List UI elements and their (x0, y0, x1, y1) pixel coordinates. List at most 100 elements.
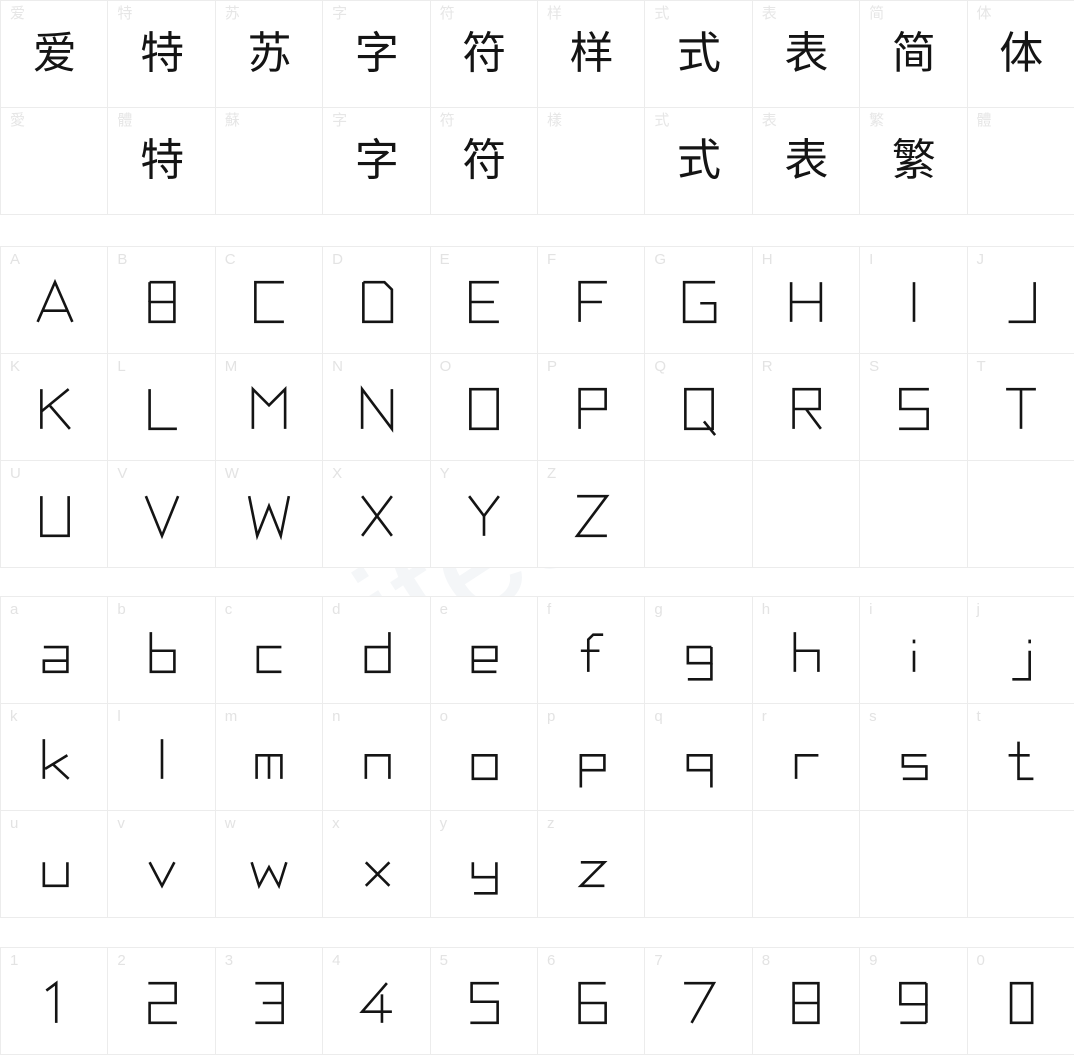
glyph-cell-P[interactable]: P (537, 354, 646, 461)
glyph-cell-式[interactable]: 式式 (645, 108, 753, 215)
glyph-cell-Q[interactable]: Q (645, 354, 753, 461)
glyph-cell-樣[interactable]: 樣 (537, 108, 646, 215)
glyph-cell-F[interactable]: F (537, 247, 646, 354)
glyph-cell-简[interactable]: 简简 (860, 1, 968, 108)
glyph-cell-Y[interactable]: Y (430, 461, 538, 568)
glyph-cell-I[interactable]: I (860, 247, 968, 354)
glyph-cell-R[interactable]: R (752, 354, 861, 461)
cell-corner-label: 9 (869, 952, 878, 969)
glyph-cell-表[interactable]: 表表 (752, 108, 861, 215)
glyph-cell-繁[interactable]: 繁繁 (860, 108, 968, 215)
glyph-cell-k[interactable]: k (1, 704, 109, 811)
glyph-cell-J[interactable]: J (967, 247, 1074, 354)
cell-corner-label: 5 (439, 952, 448, 969)
glyph-cell-特[interactable]: 特特 (108, 1, 216, 108)
glyph-cell-w[interactable]: w (215, 811, 324, 918)
cell-corner-label: e (439, 601, 448, 618)
glyph-cell-8[interactable]: 8 (752, 948, 861, 1055)
glyph-cell-c[interactable]: c (215, 597, 324, 704)
glyph-cell-H[interactable]: H (752, 247, 861, 354)
glyph-cell-L[interactable]: L (108, 354, 216, 461)
glyph-cell-E[interactable]: E (430, 247, 538, 354)
glyph-cell-式[interactable]: 式式 (645, 1, 753, 108)
glyph-cell-M[interactable]: M (215, 354, 324, 461)
glyph-cell-B[interactable]: B (108, 247, 216, 354)
glyph-cell-符[interactable]: 符符 (430, 108, 538, 215)
glyph-cell-5[interactable]: 5 (430, 948, 538, 1055)
glyph-cell-Z[interactable]: Z (537, 461, 646, 568)
glyph-cell-y[interactable]: y (430, 811, 538, 918)
glyph-cell-苏[interactable]: 苏苏 (215, 1, 324, 108)
glyph-cell-z[interactable]: z (537, 811, 646, 918)
glyph-cell-爱[interactable]: 爱爱 (1, 1, 109, 108)
glyph-cell-6[interactable]: 6 (537, 948, 646, 1055)
cell-corner-label: 0 (976, 952, 985, 969)
cell-glyph-latin (1, 483, 108, 549)
glyph-cell-U[interactable]: U (1, 461, 109, 568)
cell-glyph-latin (323, 970, 430, 1036)
glyph-cell-a[interactable]: a (1, 597, 109, 704)
glyph-cell-愛[interactable]: 愛 (1, 108, 109, 215)
cell-corner-label: y (439, 815, 448, 832)
cell-glyph-latin (753, 269, 860, 335)
glyph-cell-字[interactable]: 字字 (323, 108, 431, 215)
glyph-cell-v[interactable]: v (108, 811, 216, 918)
glyph-cell-n[interactable]: n (323, 704, 431, 811)
glyph-cell-表[interactable]: 表表 (752, 1, 861, 108)
cell-glyph-cjk: 式 (677, 28, 722, 79)
glyph-cell-m[interactable]: m (215, 704, 324, 811)
glyph-cell-G[interactable]: G (645, 247, 753, 354)
cell-glyph-latin (216, 726, 323, 792)
glyph-cell-u[interactable]: u (1, 811, 109, 918)
glyph-cell-C[interactable]: C (215, 247, 324, 354)
glyph-cell-蘇[interactable]: 蘇 (215, 108, 324, 215)
glyph-cell-q[interactable]: q (645, 704, 753, 811)
cell-glyph-latin (1, 833, 108, 899)
glyph-cell-O[interactable]: O (430, 354, 538, 461)
glyph-cell-1[interactable]: 1 (1, 948, 109, 1055)
glyph-cell-7[interactable]: 7 (645, 948, 753, 1055)
glyph-cell-r[interactable]: r (752, 704, 861, 811)
glyph-cell-p[interactable]: p (537, 704, 646, 811)
glyph-cell-體[interactable]: 體特 (108, 108, 216, 215)
glyph-cell-i[interactable]: i (860, 597, 968, 704)
glyph-cell-K[interactable]: K (1, 354, 109, 461)
glyph-cell-2[interactable]: 2 (108, 948, 216, 1055)
glyph-cell-4[interactable]: 4 (323, 948, 431, 1055)
glyph-cell-d[interactable]: d (323, 597, 431, 704)
glyph-cell-3[interactable]: 3 (215, 948, 324, 1055)
glyph-cell-e[interactable]: e (430, 597, 538, 704)
cell-glyph-latin (753, 376, 860, 442)
cell-corner-label: h (761, 601, 771, 618)
glyph-cell-f[interactable]: f (537, 597, 646, 704)
glyph-cell-体[interactable]: 体体 (967, 1, 1074, 108)
glyph-cell-W[interactable]: W (215, 461, 324, 568)
cell-corner-label: g (654, 601, 663, 618)
glyph-cell-A[interactable]: A (1, 247, 109, 354)
glyph-cell-D[interactable]: D (323, 247, 431, 354)
glyph-cell-0[interactable]: 0 (967, 948, 1074, 1055)
glyph-cell-l[interactable]: l (108, 704, 216, 811)
cell-corner-label: i (869, 601, 873, 618)
cell-corner-label: N (332, 358, 344, 375)
cell-corner-label: z (546, 815, 555, 832)
glyph-cell-t[interactable]: t (967, 704, 1074, 811)
glyph-cell-g[interactable]: g (645, 597, 753, 704)
glyph-cell-字[interactable]: 字字 (323, 1, 431, 108)
glyph-cell-样[interactable]: 样样 (537, 1, 646, 108)
glyph-cell-9[interactable]: 9 (860, 948, 968, 1055)
glyph-cell-S[interactable]: S (860, 354, 968, 461)
glyph-cell-b[interactable]: b (108, 597, 216, 704)
glyph-cell-s[interactable]: s (860, 704, 968, 811)
glyph-cell-X[interactable]: X (323, 461, 431, 568)
glyph-cell-V[interactable]: V (108, 461, 216, 568)
glyph-cell-h[interactable]: h (752, 597, 861, 704)
cell-glyph-cjk: 符 (462, 135, 507, 186)
glyph-cell-j[interactable]: j (967, 597, 1074, 704)
glyph-cell-o[interactable]: o (430, 704, 538, 811)
glyph-cell-N[interactable]: N (323, 354, 431, 461)
glyph-cell-x[interactable]: x (323, 811, 431, 918)
glyph-cell-T[interactable]: T (967, 354, 1074, 461)
glyph-cell-體[interactable]: 體 (967, 108, 1074, 215)
glyph-cell-符[interactable]: 符符 (430, 1, 538, 108)
